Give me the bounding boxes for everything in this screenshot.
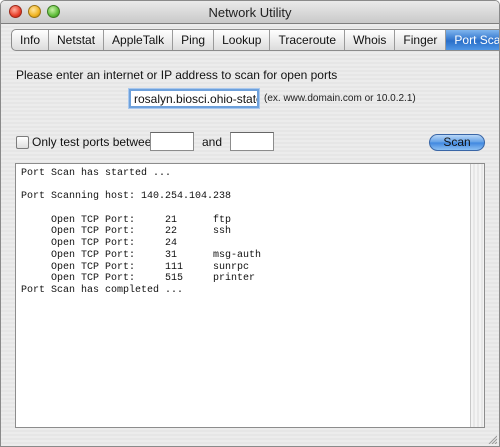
output-line: Open TCP Port: 24 <box>21 238 178 250</box>
resize-grip-icon[interactable] <box>487 434 497 444</box>
port-to-input[interactable] <box>230 132 274 151</box>
output-line: Open TCP Port: 21 ftp <box>21 214 232 226</box>
scan-button[interactable]: Scan <box>429 134 485 151</box>
tab-netstat[interactable]: Netstat <box>49 30 105 50</box>
tab-port-scan[interactable]: Port Scan <box>446 30 499 50</box>
address-input[interactable]: rosalyn.biosci.ohio-state.e <box>129 89 259 108</box>
output-scrollbar[interactable] <box>470 164 484 427</box>
window-title: Network Utility <box>208 5 292 20</box>
port-from-input[interactable] <box>150 132 194 151</box>
output-line: Port Scan has started ... <box>21 168 172 179</box>
network-utility-window: Network Utility Info Netstat AppleTalk P… <box>0 0 500 447</box>
scan-prompt-label: Please enter an internet or IP address t… <box>16 68 338 82</box>
tab-traceroute[interactable]: Traceroute <box>270 30 346 50</box>
output-line: Open TCP Port: 22 ssh <box>21 226 232 238</box>
tab-finger[interactable]: Finger <box>395 30 447 50</box>
output-line: Open TCP Port: 31 msg-auth <box>21 249 262 261</box>
only-test-ports-label: Only test ports between <box>32 135 159 149</box>
output-line: Port Scanning host: 140.254.104.238 <box>21 191 232 203</box>
address-hint: (ex. www.domain.com or 10.0.2.1) <box>264 93 416 104</box>
output-line: Port Scan has completed ... <box>21 284 184 296</box>
only-test-ports-checkbox[interactable] <box>16 136 29 149</box>
tab-lookup[interactable]: Lookup <box>214 30 271 50</box>
tab-info[interactable]: Info <box>12 30 50 50</box>
tab-bar: Info Netstat AppleTalk Ping Lookup Trace… <box>11 29 499 51</box>
tab-ping[interactable]: Ping <box>173 30 215 50</box>
scan-output-area[interactable]: Port Scan has started ... Port Scanning h… <box>15 163 485 428</box>
title-bar[interactable]: Network Utility <box>1 1 499 24</box>
output-line: Open TCP Port: 111 sunrpc <box>21 261 250 273</box>
and-label: and <box>202 135 223 149</box>
tab-whois[interactable]: Whois <box>345 30 396 50</box>
tab-appletalk[interactable]: AppleTalk <box>104 30 174 50</box>
output-line: Open TCP Port: 515 printer <box>21 273 256 285</box>
